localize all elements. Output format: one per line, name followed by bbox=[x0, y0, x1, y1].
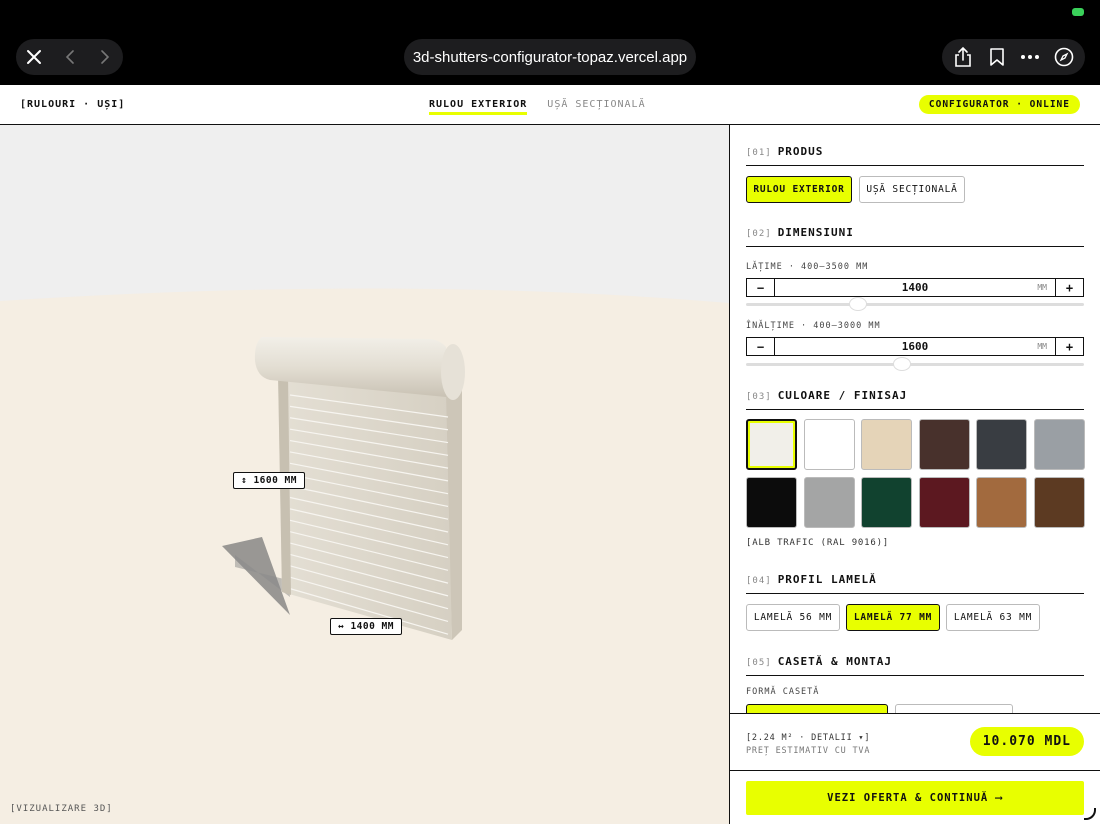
section-produs-header: [01] PRODUS bbox=[746, 145, 1084, 166]
status-badge: CONFIGURATOR · ONLINE bbox=[918, 95, 1080, 114]
color-swatch[interactable] bbox=[918, 419, 970, 470]
shutter-shadow bbox=[222, 537, 290, 615]
bookmark-icon[interactable] bbox=[982, 42, 1012, 72]
share-icon[interactable] bbox=[948, 42, 978, 72]
box-shape-option-2[interactable] bbox=[895, 704, 1013, 713]
product-option-rulou-exterior[interactable]: RULOU EXTERIOR bbox=[746, 176, 852, 203]
top-bar: [RULOURI · UȘI] RULOU EXTERIOR UȘĂ SECȚI… bbox=[0, 85, 1100, 125]
height-field-label: ÎNĂLȚIME · 400–3000 MM bbox=[746, 321, 881, 331]
width-value: 1400 bbox=[901, 281, 929, 294]
height-increment-button[interactable]: + bbox=[1055, 338, 1083, 355]
shutter-box-endcap bbox=[441, 344, 465, 400]
height-input[interactable]: 1600 MM bbox=[775, 338, 1055, 355]
height-stepper: − 1600 MM + bbox=[746, 337, 1084, 356]
3d-viewport[interactable]: ↕ 1600 MM ↔ 1400 MM [VIZUALIZARE 3D] bbox=[0, 125, 729, 824]
section-number: [05] bbox=[746, 658, 772, 668]
shutter-3d-scene bbox=[0, 125, 729, 640]
section-title: CASETĂ & MONTAJ bbox=[777, 655, 893, 668]
width-field-label: LĂȚIME · 400–3500 MM bbox=[746, 262, 869, 272]
url-text: 3d-shutters-configurator-topaz.vercel.ap… bbox=[412, 48, 688, 66]
section-culoare-header: [03] CULOARE / FINISAJ bbox=[746, 389, 1084, 410]
height-value: 1600 bbox=[901, 340, 929, 353]
section-title: PROFIL LAMELĂ bbox=[777, 573, 877, 586]
height-unit: MM bbox=[1037, 342, 1047, 351]
section-title: PRODUS bbox=[777, 145, 824, 158]
tab-rulou-exterior[interactable]: RULOU EXTERIOR bbox=[429, 99, 528, 115]
url-bar[interactable]: 3d-shutters-configurator-topaz.vercel.ap… bbox=[404, 39, 696, 75]
color-swatch[interactable] bbox=[803, 477, 855, 528]
price-note: PREȚ ESTIMATIV CU TVA bbox=[746, 746, 871, 756]
box-shape-option-1[interactable] bbox=[746, 704, 888, 713]
close-icon[interactable] bbox=[16, 39, 52, 75]
back-icon[interactable] bbox=[52, 39, 88, 75]
width-slider-thumb[interactable] bbox=[849, 297, 867, 311]
color-swatch[interactable] bbox=[976, 419, 1027, 470]
nav-controls bbox=[16, 39, 123, 75]
compass-icon[interactable] bbox=[1049, 42, 1079, 72]
section-number: [04] bbox=[746, 576, 772, 586]
selected-color-name: [ALB TRAFIC (RAL 9016)] bbox=[746, 538, 890, 548]
section-dimensiuni-header: [02] DIMENSIUNI bbox=[746, 226, 1084, 247]
color-swatch[interactable] bbox=[746, 419, 797, 470]
height-decrement-button[interactable]: − bbox=[747, 338, 775, 355]
height-dimension-label: ↕ 1600 MM bbox=[233, 472, 305, 489]
color-swatch[interactable] bbox=[976, 477, 1027, 528]
product-option-usa-sectionala[interactable]: UȘĂ SECȚIONALĂ bbox=[859, 176, 965, 203]
color-swatch[interactable] bbox=[918, 477, 970, 528]
section-title: CULOARE / FINISAJ bbox=[777, 389, 908, 402]
area-details-toggle[interactable]: [2.24 M² · DETALII ▾] bbox=[746, 732, 870, 745]
forward-icon[interactable] bbox=[87, 39, 123, 75]
width-increment-button[interactable]: + bbox=[1055, 279, 1083, 296]
price-info: [2.24 M² · DETALII ▾] PREȚ ESTIMATIV CU … bbox=[746, 732, 870, 758]
width-dimension-label: ↔ 1400 MM bbox=[330, 618, 402, 635]
product-tabs: RULOU EXTERIOR UȘĂ SECȚIONALĂ bbox=[429, 99, 646, 115]
section-profil-header: [04] PROFIL LAMELĂ bbox=[746, 573, 1084, 594]
width-slider[interactable] bbox=[746, 297, 1084, 311]
configurator-app: [RULOURI · UȘI] RULOU EXTERIOR UȘĂ SECȚI… bbox=[0, 85, 1100, 824]
width-decrement-button[interactable]: − bbox=[747, 279, 775, 296]
color-swatch[interactable] bbox=[1033, 419, 1085, 470]
color-swatch[interactable] bbox=[1033, 477, 1085, 528]
width-input[interactable]: 1400 MM bbox=[775, 279, 1055, 296]
color-swatch[interactable] bbox=[861, 419, 912, 470]
browser-actions bbox=[942, 39, 1085, 75]
width-stepper: − 1400 MM + bbox=[746, 278, 1084, 297]
resize-handle-icon bbox=[1084, 808, 1096, 820]
box-shape-label: FORMĂ CASETĂ bbox=[746, 687, 820, 697]
width-unit: MM bbox=[1037, 283, 1047, 292]
view-offer-button[interactable]: VEZI OFERTA & CONTINUĂ ⟶ bbox=[746, 781, 1084, 815]
price-footer: [2.24 M² · DETALII ▾] PREȚ ESTIMATIV CU … bbox=[729, 713, 1100, 824]
color-swatch[interactable] bbox=[803, 419, 855, 470]
sky-background bbox=[0, 125, 729, 303]
view-mode-label: [VIZUALIZARE 3D] bbox=[10, 804, 113, 814]
profile-option-56mm[interactable]: LAMELĂ 56 MM bbox=[746, 604, 840, 631]
browser-chrome: 3d-shutters-configurator-topaz.vercel.ap… bbox=[0, 0, 1100, 85]
height-slider[interactable] bbox=[746, 357, 1084, 371]
config-panel: [01] PRODUS RULOU EXTERIOR UȘĂ SECȚIONALĂ… bbox=[729, 125, 1100, 713]
shutter-curtain bbox=[278, 373, 452, 640]
tab-usa-sectionala[interactable]: UȘĂ SECȚIONALĂ bbox=[547, 99, 645, 115]
height-slider-thumb[interactable] bbox=[893, 357, 911, 371]
section-number: [03] bbox=[746, 392, 772, 402]
more-icon[interactable] bbox=[1015, 42, 1045, 72]
footer-divider bbox=[730, 770, 1100, 771]
section-caseta-header: [05] CASETĂ & MONTAJ bbox=[746, 655, 1084, 676]
section-title: DIMENSIUNI bbox=[777, 226, 854, 239]
price-badge: 10.070 MDL bbox=[969, 727, 1084, 756]
section-number: [02] bbox=[746, 229, 772, 239]
brand-label[interactable]: [RULOURI · UȘI] bbox=[20, 99, 125, 110]
color-swatch[interactable] bbox=[861, 477, 912, 528]
profile-option-77mm[interactable]: LAMELĂ 77 MM bbox=[846, 604, 940, 631]
profile-option-63mm[interactable]: LAMELĂ 63 MM bbox=[946, 604, 1040, 631]
color-swatch[interactable] bbox=[746, 477, 797, 528]
battery-icon bbox=[1072, 8, 1084, 16]
section-number: [01] bbox=[746, 148, 772, 158]
